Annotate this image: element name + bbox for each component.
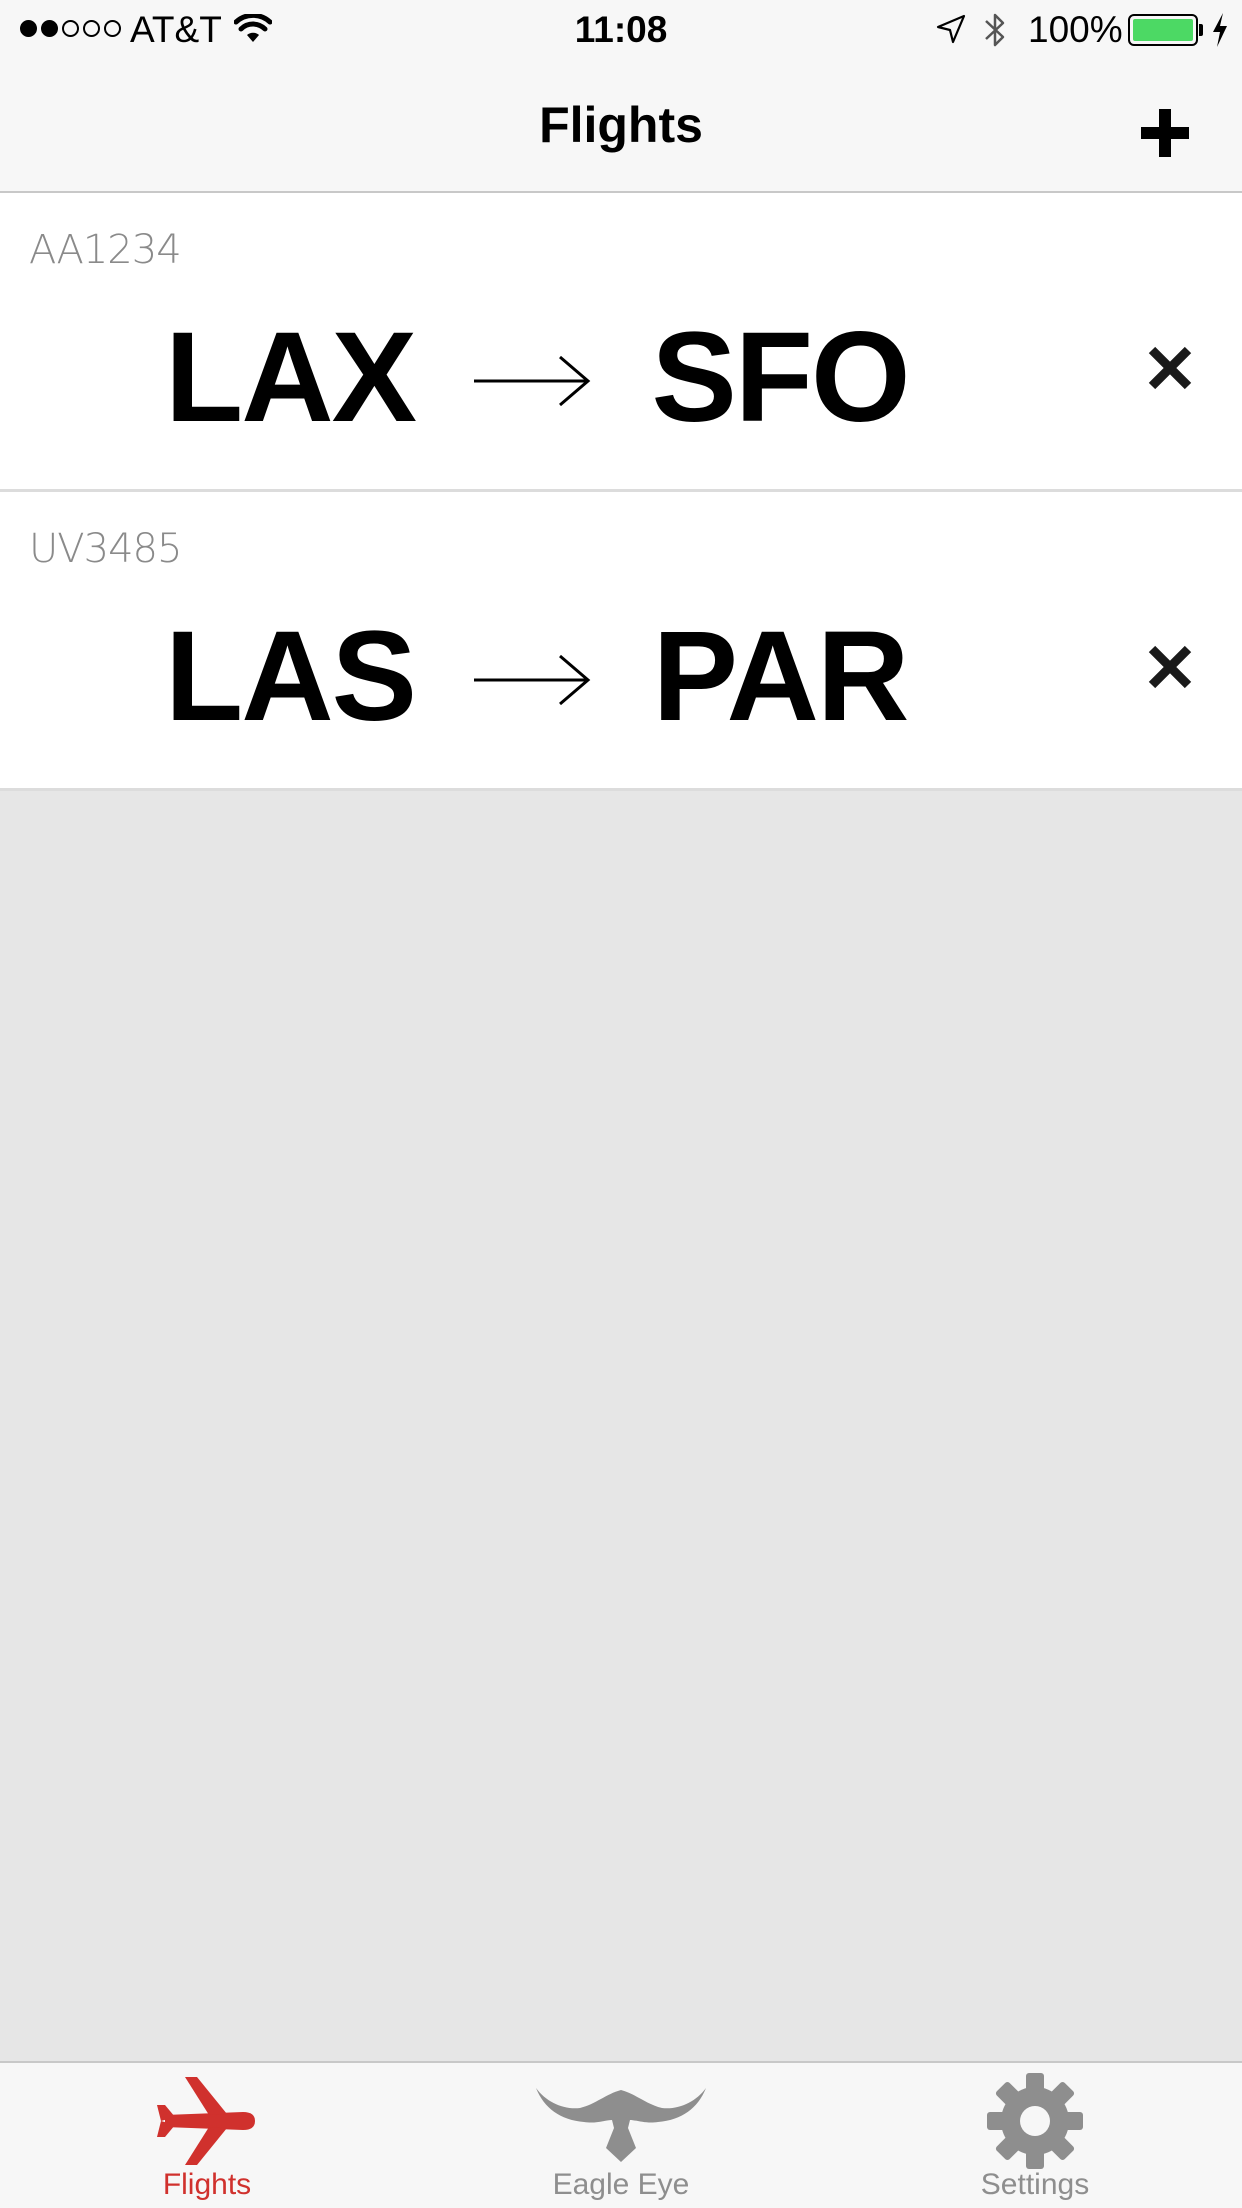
tab-eagle-eye[interactable]: Eagle Eye: [414, 2063, 828, 2208]
flight-row[interactable]: AA1234 LAX SFO: [0, 193, 1242, 492]
origin-airport: LAX: [165, 306, 417, 449]
battery-icon: [1128, 14, 1198, 46]
tab-label: Settings: [980, 2168, 1090, 2201]
arrow-right-icon: [472, 353, 592, 414]
gear-icon: [828, 2071, 1242, 2171]
tab-label: Flights: [162, 2168, 252, 2201]
add-flight-button[interactable]: [1130, 98, 1200, 168]
tab-bar: Flights Eagle Eye Settings: [0, 2061, 1242, 2208]
battery-level: [1133, 19, 1193, 41]
status-bar: AT&T 11:08 100%: [0, 0, 1242, 60]
location-icon: [936, 14, 966, 49]
navigation-bar: Flights: [0, 60, 1242, 193]
battery-tip: [1199, 24, 1203, 36]
arrow-right-icon: [472, 652, 592, 713]
charging-icon: [1210, 12, 1230, 53]
tab-flights[interactable]: Flights: [0, 2063, 414, 2208]
flight-number: AA1234: [29, 227, 182, 273]
plus-icon: [1141, 109, 1189, 157]
flight-row[interactable]: UV3485 LAS PAR: [0, 492, 1242, 791]
destination-airport: PAR: [652, 605, 910, 748]
remove-flight-button[interactable]: [1135, 333, 1205, 403]
remove-flight-button[interactable]: [1135, 632, 1205, 702]
eagle-icon: [414, 2071, 828, 2171]
close-icon: [1148, 645, 1192, 689]
origin-airport: LAS: [165, 605, 417, 748]
destination-airport: SFO: [651, 306, 910, 449]
airplane-icon: [0, 2071, 414, 2171]
battery-percent: 100%: [1028, 9, 1123, 50]
close-icon: [1148, 346, 1192, 390]
bluetooth-icon: [982, 10, 1008, 55]
tab-label: Eagle Eye: [552, 2168, 690, 2201]
flight-list: AA1234 LAX SFO UV3485 LAS PAR: [0, 193, 1242, 791]
page-title: Flights: [539, 97, 703, 153]
tab-settings[interactable]: Settings: [828, 2063, 1242, 2208]
flight-number: UV3485: [29, 526, 182, 572]
